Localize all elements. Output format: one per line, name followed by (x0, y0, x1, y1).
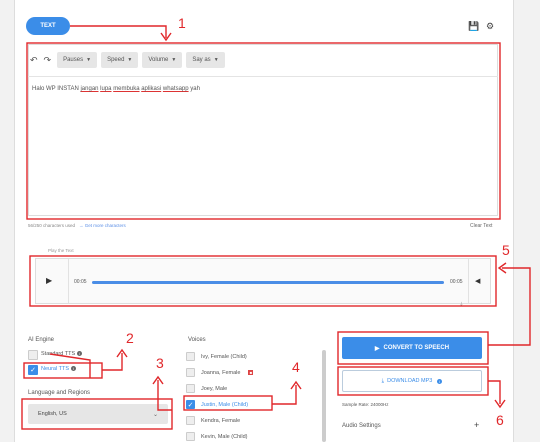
annotation-arrow (157, 380, 172, 411)
annotation-box-player (29, 255, 497, 307)
annotation-arrow (70, 25, 167, 38)
annotation-box-voice (183, 395, 273, 411)
annotation-number: 4 (292, 359, 300, 375)
annotation-number: 1 (178, 15, 186, 31)
annotation-box-editor (26, 42, 501, 220)
annotation-number: 3 (156, 355, 164, 371)
annotation-arrow (49, 353, 91, 378)
annotation-arrow (488, 380, 501, 404)
annotation-box-convert (337, 331, 489, 365)
annotation-arrow (102, 353, 123, 371)
annotation-box-download (337, 366, 489, 396)
annotation-number: 5 (502, 242, 510, 258)
annotation-overlay: 1 2 3 4 5 6 (21, 15, 531, 430)
annotation-box-language (21, 398, 173, 430)
annotation-number: 2 (126, 330, 134, 346)
annotation-number: 6 (496, 412, 504, 428)
